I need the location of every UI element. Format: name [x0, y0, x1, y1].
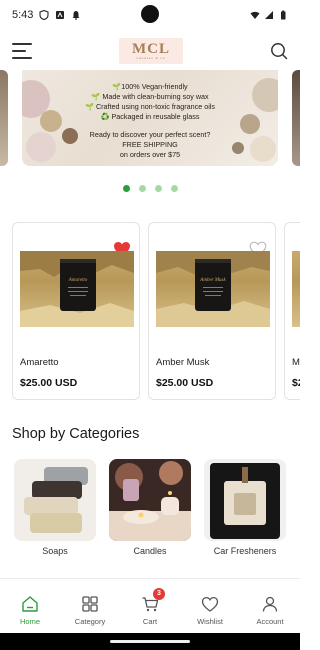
app-screen: 5:43 MCL candles & co 🌱100% Vegan-friend… [0, 0, 300, 650]
product-name: Amaretto [20, 357, 59, 368]
nav-label: Account [256, 617, 284, 626]
logo-text: MCL [132, 41, 170, 57]
category-image[interactable] [204, 459, 286, 541]
product-card[interactable]: M $2 [284, 222, 300, 400]
wifi-icon [250, 11, 260, 19]
category-image[interactable] [14, 459, 96, 541]
banner-shipping: FREE SHIPPING [122, 140, 178, 149]
banner-cta: Ready to discover your perfect scent? [89, 130, 211, 139]
app-header: MCL candles & co [0, 30, 300, 72]
banner-line: ♻️ Packaged in reusable glass [100, 112, 200, 121]
logo-subtext: candles & co [136, 56, 166, 60]
camera-cutout [141, 5, 159, 23]
category-image[interactable] [109, 459, 191, 541]
soaps-illustration [14, 459, 96, 541]
menu-icon[interactable] [12, 43, 32, 59]
signal-icon [265, 11, 273, 19]
cart-count-badge: 3 [153, 588, 165, 600]
nav-wishlist[interactable]: Wishlist [180, 579, 240, 633]
product-price: $25.00 USD [156, 377, 214, 389]
nav-account[interactable]: Account [240, 579, 300, 633]
battery-icon [281, 10, 286, 20]
category-label: Candles [133, 546, 167, 556]
banner-shipping-condition: on orders over $75 [119, 150, 181, 159]
promo-banner[interactable]: 🌱100% Vegan-friendly 🌱 Made with clean-b… [22, 70, 278, 166]
nav-label: Wishlist [197, 617, 223, 626]
person-icon [262, 596, 278, 612]
category-soaps[interactable]: Soaps [14, 459, 98, 556]
banner-line: 🌱100% Vegan-friendly [112, 82, 188, 91]
carousel-dot[interactable] [122, 185, 130, 192]
system-navigation-bar [0, 633, 300, 650]
product-image[interactable]: Amber Musk [156, 251, 270, 327]
home-icon [22, 596, 38, 612]
candles-illustration [109, 459, 191, 541]
category-candles[interactable]: Candles [109, 459, 193, 556]
banner-next-slide[interactable] [292, 70, 300, 166]
category-car-fresheners[interactable]: Car Fresheners [204, 459, 288, 556]
product-card[interactable]: Amber Musk Amber Musk $25.00 USD [148, 222, 276, 400]
carousel-dot[interactable] [138, 185, 146, 192]
shield-icon [39, 10, 49, 20]
search-icon[interactable] [270, 42, 288, 60]
product-price: $2 [292, 377, 300, 389]
candle-jar-illustration: Amaretto [20, 251, 134, 327]
carousel-indicator [0, 185, 300, 192]
section-title: Shop by Categories [12, 426, 140, 442]
brand-logo[interactable]: MCL candles & co [119, 38, 183, 64]
status-bar: 5:43 [0, 0, 300, 30]
product-name: Amber Musk [156, 357, 210, 368]
banner-line: 🌱 Made with clean-burning soy wax [91, 92, 209, 101]
category-label: Soaps [42, 546, 68, 556]
app-notification-icon [56, 11, 65, 19]
product-image[interactable] [292, 251, 300, 327]
home-indicator[interactable] [110, 640, 190, 643]
nav-cart[interactable]: 3 Cart [120, 579, 180, 633]
banner-previous-slide[interactable] [0, 70, 8, 166]
product-card[interactable]: Amaretto Amaretto $25.00 USD [12, 222, 140, 400]
svg-text:Amaretto: Amaretto [68, 278, 88, 283]
nav-label: Category [74, 617, 106, 626]
nav-label: Home [19, 617, 40, 626]
bell-icon [72, 11, 80, 20]
product-price: $25.00 USD [20, 377, 78, 389]
candle-jar-illustration: Amber Musk [156, 251, 270, 327]
nav-label: Cart [142, 617, 158, 626]
nav-category[interactable]: Category [60, 579, 120, 633]
status-time: 5:43 [12, 9, 34, 21]
heart-icon [201, 596, 219, 612]
product-carousel: Amaretto Amaretto $25.00 USD Amber Musk [12, 222, 300, 400]
product-name: M [292, 357, 300, 368]
carousel-dot[interactable] [154, 185, 162, 192]
banner-text: 🌱100% Vegan-friendly 🌱 Made with clean-b… [22, 82, 278, 160]
car-freshener-illustration [204, 459, 286, 541]
bottom-navigation: Home Category 3 Cart Wishlist Account [0, 578, 300, 633]
banner-line: 🌱 Crafted using non-toxic fragrance oils [85, 102, 215, 111]
grid-icon [82, 596, 98, 612]
banner-carousel[interactable]: 🌱100% Vegan-friendly 🌱 Made with clean-b… [0, 70, 300, 166]
nav-home[interactable]: Home [0, 579, 60, 633]
svg-text:Amber Musk: Amber Musk [199, 278, 226, 283]
product-image[interactable]: Amaretto [20, 251, 134, 327]
carousel-dot[interactable] [170, 185, 178, 192]
category-label: Car Fresheners [213, 546, 277, 556]
